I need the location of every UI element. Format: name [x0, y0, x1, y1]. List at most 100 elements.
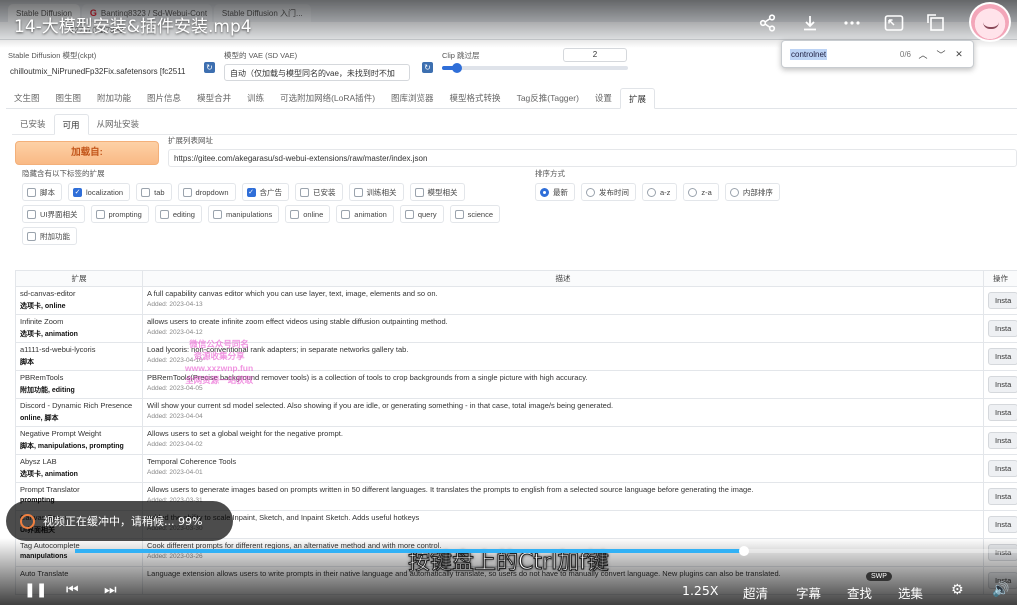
extension-name[interactable]: Discord - Dynamic Rich Presence — [20, 401, 138, 410]
checkbox[interactable] — [141, 187, 151, 197]
main-tab[interactable]: 图库浏览器 — [383, 88, 442, 109]
main-tab[interactable]: 模型格式转换 — [442, 88, 509, 109]
checkbox[interactable]: ✓ — [73, 187, 82, 197]
video-progress-bar[interactable] — [75, 546, 1017, 556]
checkbox[interactable] — [353, 187, 363, 197]
previous-icon[interactable]: ⏮ — [66, 582, 79, 598]
filter-chip[interactable]: science — [449, 205, 501, 223]
filter-chip[interactable]: 脚本 — [22, 183, 62, 201]
radio[interactable] — [647, 187, 656, 197]
load-from-button[interactable]: 加载自: — [15, 141, 159, 165]
extension-name[interactable]: Prompt Translator — [20, 485, 138, 494]
refresh-vae-icon[interactable]: ↻ — [422, 62, 433, 73]
checkbox[interactable] — [27, 209, 36, 219]
filter-chip[interactable]: dropdown — [177, 183, 236, 201]
main-tab[interactable]: 扩展 — [619, 88, 655, 109]
more-icon[interactable] — [841, 12, 863, 34]
url-input[interactable]: https://gitee.com/akegarasu/sd-webui-ext… — [168, 149, 1017, 167]
extension-name[interactable]: Negative Prompt Weight — [20, 429, 138, 438]
find-close-icon[interactable]: ✕ — [953, 49, 965, 60]
find-next-icon[interactable]: ﹀ — [935, 48, 947, 61]
install-button[interactable]: Insta — [988, 488, 1017, 505]
install-button[interactable]: Insta — [988, 320, 1017, 337]
quality-button[interactable]: 超清 — [743, 583, 768, 602]
extension-name[interactable]: a1111-sd-webui-lycoris — [20, 345, 138, 354]
filter-chip[interactable]: animation — [336, 205, 394, 223]
checkbox[interactable] — [300, 187, 309, 197]
extension-name[interactable]: Infinite Zoom — [20, 317, 138, 326]
checkbox[interactable] — [27, 231, 36, 241]
checkbox[interactable] — [212, 209, 222, 219]
filter-chip[interactable]: prompting — [90, 205, 149, 223]
filter-chip[interactable]: editing — [154, 205, 202, 223]
sort-option[interactable]: 发布时间 — [581, 183, 636, 201]
checkbox[interactable] — [341, 209, 351, 219]
checkbox[interactable] — [404, 209, 414, 219]
radio[interactable] — [729, 187, 739, 197]
main-tab[interactable]: Tag反推(Tagger) — [509, 88, 587, 109]
ckpt-select[interactable]: chilloutmix_NiPrunedFp32Fix.safetensors … — [8, 64, 188, 81]
install-button[interactable]: Insta — [988, 376, 1017, 393]
sub-tab[interactable]: 可用 — [53, 114, 89, 135]
checkbox[interactable] — [454, 209, 464, 219]
find-prev-icon[interactable]: ︿ — [917, 48, 929, 61]
install-button[interactable]: Insta — [988, 292, 1017, 309]
checkbox[interactable] — [414, 187, 424, 197]
radio[interactable] — [586, 187, 595, 197]
filter-chip[interactable]: tab — [136, 183, 172, 201]
sort-option[interactable]: a-z — [642, 183, 678, 201]
episodes-button[interactable]: 选集 — [898, 583, 923, 602]
find-input[interactable]: controlnet — [790, 48, 828, 60]
next-icon[interactable]: ⏭ — [104, 582, 117, 598]
filter-chip[interactable]: online — [285, 205, 331, 223]
filter-chip[interactable]: query — [399, 205, 444, 223]
playback-speed-button[interactable]: 1.25X — [682, 583, 718, 598]
sub-tab[interactable]: 从网址安装 — [89, 114, 148, 135]
sort-option[interactable]: 内部排序 — [724, 183, 780, 201]
sort-option[interactable]: z-a — [683, 183, 719, 201]
pause-icon[interactable]: ❚❚ — [24, 582, 47, 598]
clip-slider-knob[interactable] — [451, 63, 462, 73]
checkbox[interactable]: ✓ — [246, 187, 256, 197]
filter-chip[interactable]: 已安装 — [295, 183, 343, 201]
mascot-avatar[interactable] — [969, 2, 1011, 42]
subtitles-button[interactable]: 字幕 — [796, 583, 821, 602]
video-progress-knob[interactable] — [738, 546, 749, 556]
fullscreen-icon[interactable] — [925, 12, 947, 34]
radio[interactable] — [688, 187, 698, 197]
download-icon[interactable] — [799, 12, 821, 34]
vae-select[interactable]: 自动（仅加载与模型同名的vae，未找到时不加 — [224, 64, 410, 81]
filter-chip[interactable]: UI界面相关 — [22, 205, 85, 223]
filter-chip[interactable]: manipulations — [207, 205, 280, 223]
volume-icon[interactable]: 🔊 — [992, 582, 1009, 598]
clip-number-input[interactable]: 2 — [563, 48, 627, 62]
filter-chip[interactable]: 附加功能 — [22, 227, 77, 245]
main-tab[interactable]: 图生图 — [48, 88, 90, 109]
install-button[interactable]: Insta — [988, 404, 1017, 421]
main-tab[interactable]: 训练 — [239, 88, 272, 109]
sort-option[interactable]: 最新 — [535, 183, 575, 201]
checkbox[interactable] — [27, 187, 36, 197]
refresh-ckpt-icon[interactable]: ↻ — [204, 62, 215, 73]
settings-gear-icon[interactable]: ⚙ — [951, 582, 964, 598]
picture-in-picture-icon[interactable] — [883, 12, 905, 34]
checkbox[interactable] — [159, 209, 169, 219]
checkbox[interactable] — [95, 209, 105, 219]
filter-chip[interactable]: ✓ 含广告 — [241, 183, 289, 201]
main-tab[interactable]: 文生图 — [6, 88, 48, 109]
extension-name[interactable]: PBRemTools — [20, 373, 138, 382]
main-tab[interactable]: 图片信息 — [139, 88, 189, 109]
main-tab[interactable]: 设置 — [587, 88, 620, 109]
install-button[interactable]: Insta — [988, 432, 1017, 449]
main-tab[interactable]: 附加功能 — [89, 88, 139, 109]
main-tab[interactable]: 模型合并 — [189, 88, 239, 109]
search-button[interactable]: 查找 — [847, 583, 872, 602]
clip-slider[interactable] — [442, 63, 628, 73]
extension-name[interactable]: Abysz LAB — [20, 457, 138, 466]
checkbox[interactable] — [182, 187, 192, 197]
share-icon[interactable] — [757, 12, 779, 34]
filter-chip[interactable]: 训练相关 — [348, 183, 404, 201]
install-button[interactable]: Insta — [988, 348, 1017, 365]
checkbox[interactable] — [290, 209, 300, 219]
install-button[interactable]: Insta — [988, 516, 1017, 533]
